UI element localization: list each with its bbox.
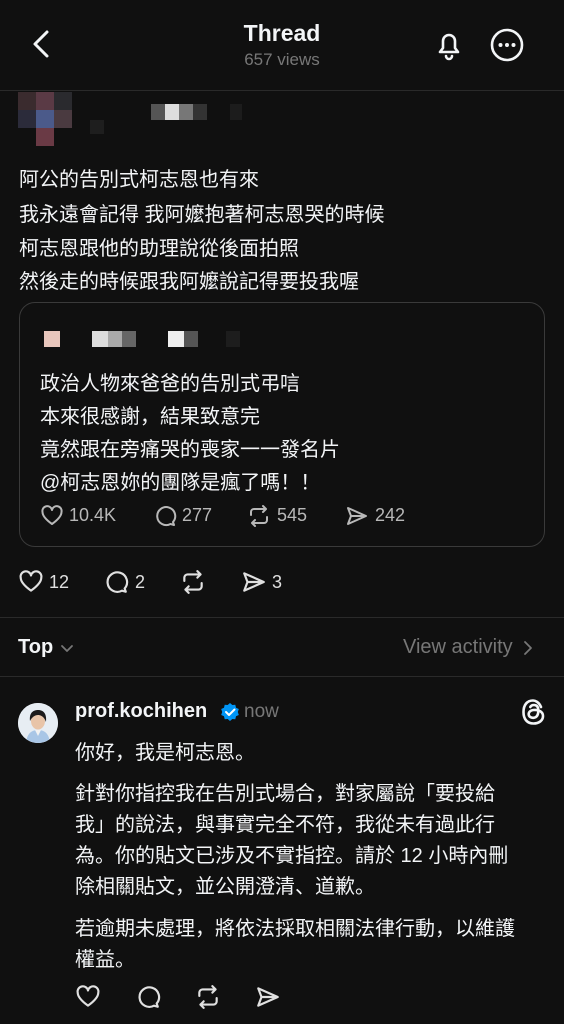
quoted-line: 竟然跟在旁痛哭的喪家一一發名片: [40, 439, 340, 461]
quoted-line: 政治人物來爸爸的告別式弔唁: [40, 373, 300, 395]
avatar-image: [18, 703, 58, 743]
bell-icon: [438, 33, 460, 61]
quoted-share-count: 242: [375, 505, 406, 525]
quoted-share-button[interactable]: [345, 504, 369, 528]
share-count: 3: [272, 572, 283, 592]
header-divider: [0, 90, 564, 91]
repost-icon: [198, 985, 218, 1009]
threads-logo-icon: [520, 697, 548, 727]
repost-icon: [250, 505, 268, 527]
quoted-reply-button[interactable]: [153, 504, 177, 528]
quoted-like-button[interactable]: [40, 504, 64, 528]
quoted-repost-button[interactable]: [247, 504, 271, 528]
like-button[interactable]: [18, 569, 44, 595]
reply-like-button[interactable]: [75, 984, 101, 1010]
post-line: 我永遠會記得 我阿嬤抱著柯志恩哭的時候: [19, 204, 385, 226]
reply-line: 權益。: [75, 949, 135, 971]
send-icon: [243, 572, 265, 592]
quoted-repost-count: 545: [277, 505, 308, 525]
quoted-like-count: 10.4K: [69, 505, 117, 525]
sort-dropdown[interactable]: Top: [18, 636, 75, 659]
repost-button[interactable]: [180, 569, 206, 595]
more-icon: [490, 28, 524, 62]
reply-line: 你好，我是柯志恩。: [75, 742, 255, 764]
heart-icon: [76, 985, 100, 1007]
reply-avatar[interactable]: [18, 703, 58, 743]
page-title: Thread: [243, 20, 321, 46]
comment-icon: [106, 571, 129, 593]
quoted-line: @柯志恩妳的團隊是瘋了嗎！！: [40, 472, 321, 494]
chevron-right-icon: [523, 640, 532, 655]
post-line: 阿公的告別式柯志恩也有來: [19, 169, 259, 191]
reply-line: 針對你指控我在告別式場合，對家屬說「要投給: [75, 783, 495, 805]
reply-line: 若逾期未處理，將依法採取相關法律行動，以維護: [75, 918, 515, 940]
reply-line: 除相關貼文，並公開澄清、道歉。: [75, 876, 375, 898]
notification-button[interactable]: [430, 26, 468, 64]
reply-comment-button[interactable]: [135, 984, 161, 1010]
post-line: 柯志恩跟他的助理說從後面拍照: [19, 238, 299, 260]
section-divider: [0, 676, 564, 677]
reply-count: 2: [135, 572, 146, 592]
reply-button[interactable]: [103, 569, 129, 595]
reply-repost-button[interactable]: [195, 984, 221, 1010]
heart-icon: [41, 505, 63, 525]
repost-icon: [183, 570, 203, 594]
like-count: 12: [49, 572, 70, 592]
reply-timestamp: now: [244, 701, 279, 722]
heart-icon: [19, 570, 43, 592]
reply-share-button[interactable]: [255, 984, 281, 1010]
send-icon: [257, 987, 279, 1007]
more-options-button[interactable]: [488, 26, 526, 64]
view-activity-link[interactable]: View activity: [403, 636, 535, 659]
post-line: 然後走的時候跟我阿嬤說記得要投我喔: [19, 271, 359, 293]
chevron-down-icon: [61, 644, 74, 652]
sort-label: Top: [18, 636, 54, 658]
share-button[interactable]: [241, 569, 267, 595]
reply-username[interactable]: prof.kochihen: [75, 700, 207, 723]
view-activity-label: View activity: [403, 636, 513, 658]
reply-line: 我」的說法，與事實完全不符，我從未有過此行: [75, 814, 495, 836]
section-divider: [0, 617, 564, 618]
quoted-reply-count: 277: [182, 505, 213, 525]
verified-badge-icon: [220, 702, 240, 722]
comment-icon: [156, 506, 177, 527]
comment-icon: [138, 986, 161, 1008]
view-count: 657 views: [244, 50, 320, 69]
quoted-line: 本來很感謝，結果致意完: [40, 406, 260, 428]
send-icon: [347, 507, 367, 525]
reply-line: 為。你的貼文已涉及不實指控。請於 12 小時內刪: [75, 845, 509, 867]
